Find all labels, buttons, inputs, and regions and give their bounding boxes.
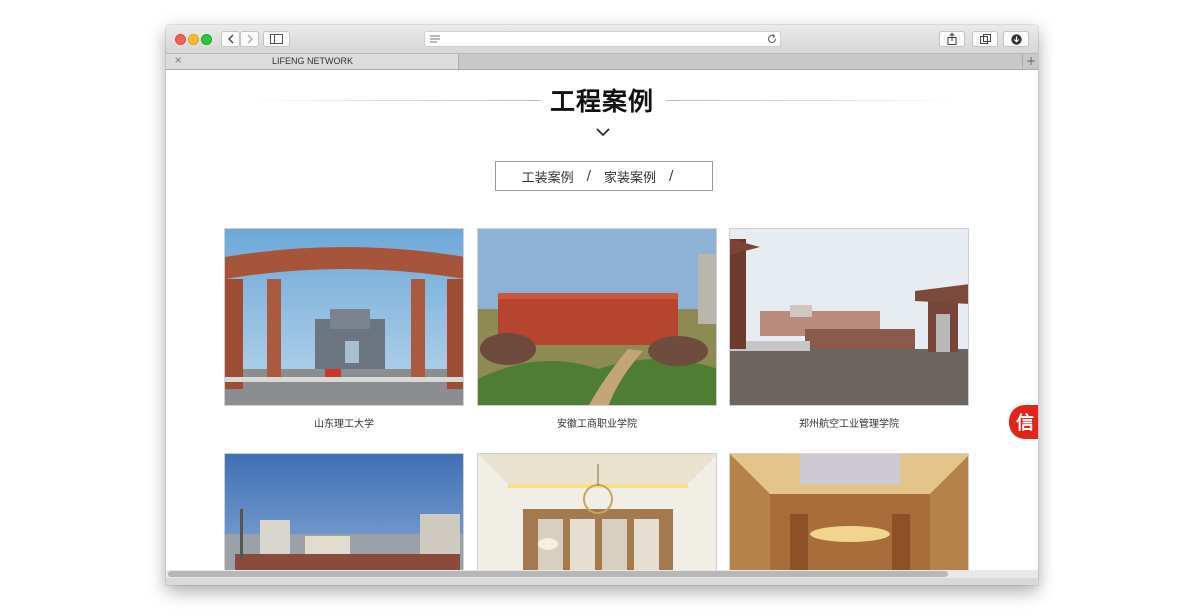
case-caption[interactable]: 郑州航空工业管理学院 xyxy=(729,415,969,430)
minimize-window-button[interactable] xyxy=(188,34,199,45)
share-icon xyxy=(947,33,957,45)
sidebar-toggle-button[interactable] xyxy=(263,31,290,47)
close-window-button[interactable] xyxy=(175,34,186,45)
case-caption[interactable]: 安徽工商职业学院 xyxy=(477,415,717,430)
address-bar[interactable] xyxy=(424,31,781,47)
browser-toolbar xyxy=(166,25,1038,54)
page-title: 工程案例 xyxy=(549,87,654,116)
chevron-right-icon xyxy=(247,34,253,44)
category-filter: 工装案例 / 家装案例 / xyxy=(495,161,713,191)
filter-commercial[interactable]: 工装案例 xyxy=(522,167,574,186)
new-tab-button[interactable]: + xyxy=(1022,54,1038,69)
case-caption[interactable]: 山东理工大学 xyxy=(224,415,464,430)
case-photo[interactable] xyxy=(224,228,464,406)
case-card[interactable] xyxy=(477,453,717,570)
tab-bar: × LIFENG NETWORK + xyxy=(166,54,1038,70)
download-icon xyxy=(1010,33,1022,45)
chat-badge[interactable]: 信 xyxy=(1009,405,1038,439)
sidebar-icon xyxy=(270,34,283,44)
browser-window: × LIFENG NETWORK + 工程案例 工装案例 / 家装案例 / 山东… xyxy=(166,25,1038,585)
downloads-button[interactable] xyxy=(1003,31,1029,47)
case-photo[interactable] xyxy=(729,228,969,406)
case-card[interactable]: 山东理工大学 xyxy=(224,228,464,430)
zoom-window-button[interactable] xyxy=(201,34,212,45)
filter-residential[interactable]: 家装案例 xyxy=(604,167,656,186)
case-photo[interactable] xyxy=(729,453,969,570)
scrollbar-thumb[interactable] xyxy=(168,571,948,577)
case-photo[interactable] xyxy=(224,453,464,570)
reader-icon[interactable] xyxy=(430,35,440,43)
address-input[interactable] xyxy=(445,32,755,46)
tabs-icon xyxy=(979,34,991,44)
browser-tab[interactable]: × LIFENG NETWORK xyxy=(166,54,459,69)
page-content: 工程案例 工装案例 / 家装案例 / 山东理工大学 安徽工商职业学院 郑州航空工… xyxy=(166,70,1038,570)
tab-title: LIFENG NETWORK xyxy=(271,56,353,66)
case-photo[interactable] xyxy=(477,228,717,406)
share-button[interactable] xyxy=(939,31,965,47)
forward-button[interactable] xyxy=(240,31,259,47)
reload-icon[interactable] xyxy=(767,34,777,44)
back-button[interactable] xyxy=(221,31,240,47)
case-card[interactable]: 郑州航空工业管理学院 xyxy=(729,228,969,430)
horizontal-scrollbar[interactable] xyxy=(166,570,1038,578)
case-card[interactable]: 安徽工商职业学院 xyxy=(477,228,717,430)
filter-separator: / xyxy=(586,168,591,184)
case-card[interactable] xyxy=(729,453,969,570)
case-card[interactable] xyxy=(224,453,464,570)
filter-separator: / xyxy=(669,168,674,184)
case-photo[interactable] xyxy=(477,453,717,570)
chevron-down-icon xyxy=(596,128,610,137)
chevron-left-icon xyxy=(227,34,233,44)
status-bar xyxy=(166,578,1038,585)
tabs-overview-button[interactable] xyxy=(972,31,998,47)
